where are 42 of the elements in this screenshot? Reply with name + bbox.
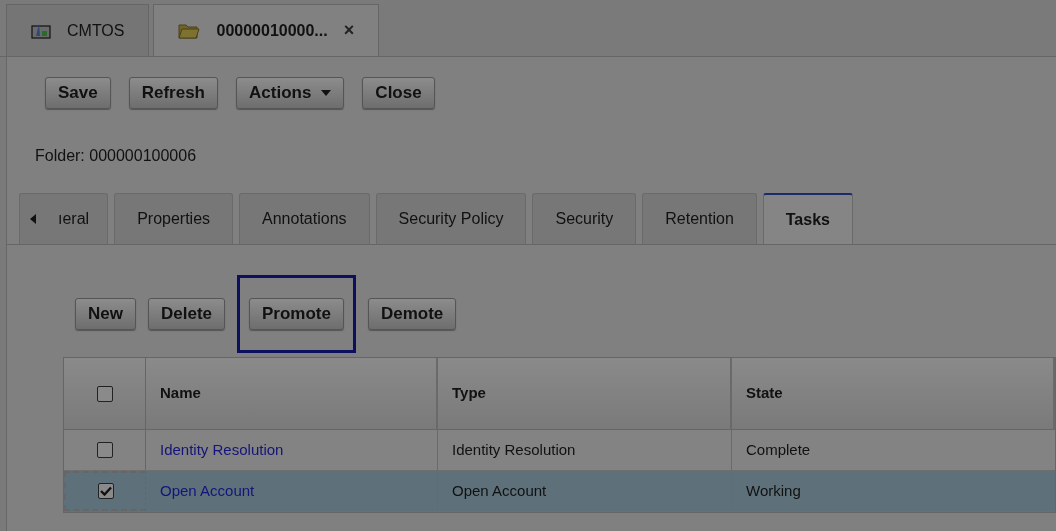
task-name-link[interactable]: Open Account xyxy=(160,479,255,503)
toolbar-button[interactable]: Refresh xyxy=(128,77,218,109)
task-button[interactable]: Promote xyxy=(249,298,344,330)
tab-label: Annotations xyxy=(262,209,347,229)
table-row[interactable]: Open Account Open Account Working xyxy=(64,471,1055,512)
task-button[interactable]: Demote xyxy=(367,298,457,330)
checkbox[interactable] xyxy=(96,385,113,402)
task-button[interactable]: Delete xyxy=(147,298,225,330)
toolbar-button[interactable]: Save xyxy=(45,77,111,109)
tab[interactable]: ıeral xyxy=(19,193,109,244)
table-row[interactable]: Identity Resolution Identity Resolution Complete xyxy=(64,430,1055,471)
app-icon xyxy=(31,22,51,39)
folder-label: Folder: 000000100006 xyxy=(34,146,198,166)
close-button[interactable]: × xyxy=(343,17,355,44)
checkbox[interactable] xyxy=(97,483,114,499)
tab-label: ıeral xyxy=(58,209,90,229)
table-cell-text: Complete xyxy=(746,439,811,460)
tab[interactable]: Security Policy xyxy=(375,193,527,244)
tab-label: Security xyxy=(555,209,614,229)
tab-label: Properties xyxy=(137,209,211,229)
tab-label: Retention xyxy=(665,209,734,229)
task-name-link[interactable]: Identity Resolution xyxy=(160,438,284,462)
tab-label: 00000010000... xyxy=(216,20,328,41)
checkbox[interactable] xyxy=(96,442,113,458)
tab[interactable]: Retention xyxy=(642,193,757,244)
tab-label: Security Policy xyxy=(398,209,504,229)
task-button[interactable]: New xyxy=(75,298,136,330)
toolbar-button[interactable]: Close xyxy=(362,77,435,109)
table-cell-text: Open Account xyxy=(452,480,547,501)
tab[interactable]: Properties xyxy=(114,193,234,244)
scroll-left-icon[interactable] xyxy=(30,214,36,224)
tab[interactable]: CMTOS xyxy=(6,4,150,56)
tab[interactable]: Annotations xyxy=(239,193,370,244)
toolbar-button[interactable]: Actions xyxy=(236,77,345,109)
tab[interactable]: Tasks xyxy=(762,193,853,244)
tab[interactable]: 00000010000... × xyxy=(153,4,380,56)
table-cell-text: Working xyxy=(746,480,801,501)
tab-label: CMTOS xyxy=(67,20,125,41)
table-cell-text: Identity Resolution xyxy=(452,439,576,460)
folder-icon xyxy=(178,21,201,40)
tab[interactable]: Security xyxy=(532,193,637,244)
tab-label: Tasks xyxy=(785,209,830,230)
